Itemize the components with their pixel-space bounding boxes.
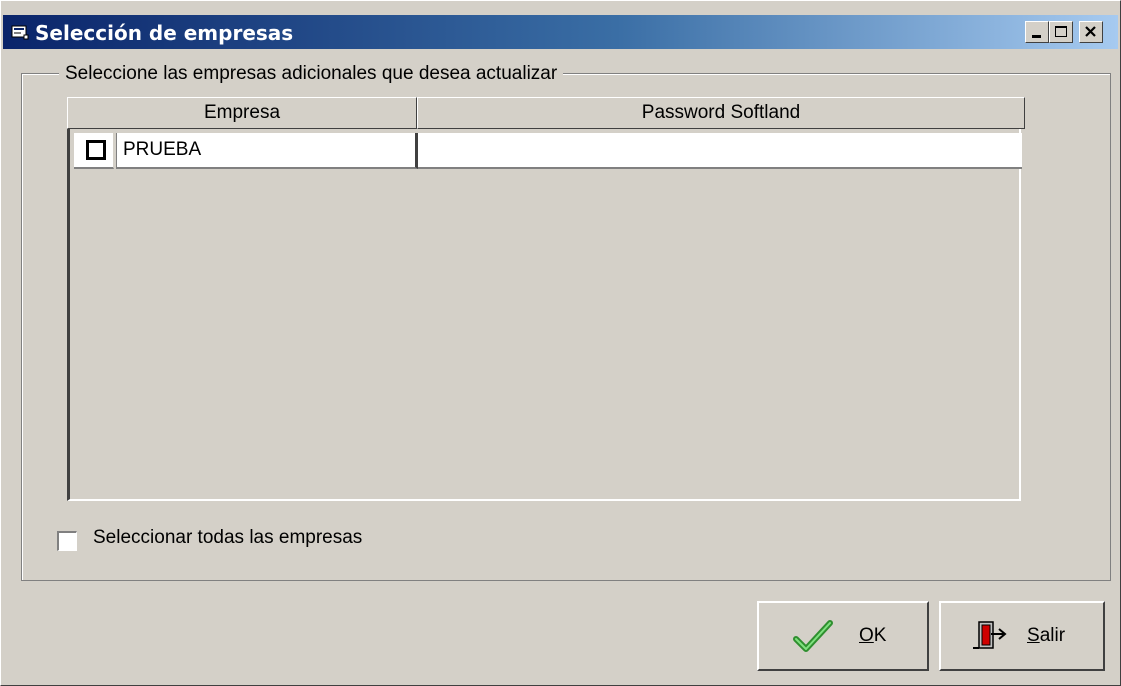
- maximize-button[interactable]: [1049, 21, 1073, 43]
- minimize-icon: [1032, 35, 1041, 38]
- maximize-icon: [1055, 26, 1067, 37]
- salir-button-label: Salir: [1027, 625, 1066, 646]
- title-bar[interactable]: Selección de empresas: [3, 15, 1118, 49]
- table-row[interactable]: PRUEBA: [74, 133, 1022, 171]
- checkmark-icon: [793, 619, 833, 658]
- window-title: Selección de empresas: [35, 21, 294, 45]
- password-cell[interactable]: [418, 133, 1022, 169]
- select-all-label[interactable]: Seleccionar todas las empresas: [93, 527, 362, 549]
- groupbox-legend: Seleccione las empresas adicionales que …: [59, 63, 564, 85]
- ok-button-label: OK: [859, 625, 887, 646]
- dialog-window: Selección de empresas Seleccione las emp…: [0, 0, 1121, 686]
- select-all-checkbox[interactable]: [57, 531, 77, 551]
- salir-button[interactable]: Salir: [939, 601, 1105, 671]
- ok-button[interactable]: OK: [757, 601, 929, 671]
- row-checkbox[interactable]: [86, 140, 106, 160]
- exit-door-icon: [971, 619, 1009, 658]
- app-icon: [11, 23, 31, 41]
- column-header-password[interactable]: Password Softland: [417, 97, 1025, 129]
- row-check-cell[interactable]: [74, 133, 114, 169]
- column-header-empresa[interactable]: Empresa: [67, 97, 417, 129]
- close-button[interactable]: [1079, 21, 1103, 43]
- companies-grid[interactable]: Empresa Password Softland PRUEBA: [67, 97, 1025, 501]
- close-icon: [1085, 26, 1096, 37]
- empresa-cell[interactable]: PRUEBA: [116, 133, 418, 169]
- minimize-button[interactable]: [1025, 21, 1049, 43]
- grid-body: PRUEBA: [67, 129, 1022, 501]
